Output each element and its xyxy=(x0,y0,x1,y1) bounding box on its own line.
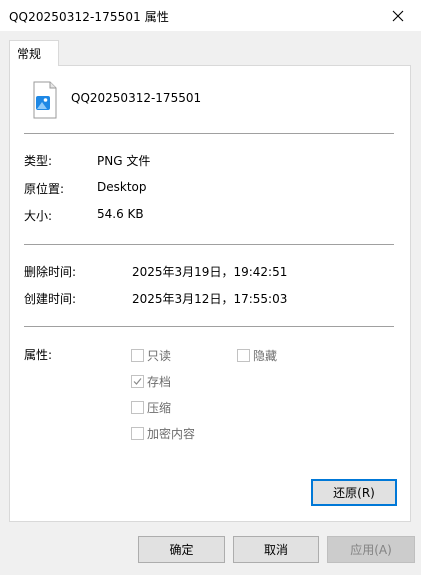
compress-label: 压缩 xyxy=(147,401,172,415)
hidden-label: 隐藏 xyxy=(253,349,278,363)
title-bar: QQ20250312-175501 属性 xyxy=(0,0,421,31)
readonly-checkbox[interactable]: 只读 xyxy=(131,347,171,364)
apply-button[interactable]: 应用(A) xyxy=(327,536,415,563)
checkbox-box xyxy=(131,401,144,414)
close-button[interactable] xyxy=(375,0,421,31)
restore-button[interactable]: 还原(R) xyxy=(311,479,397,506)
type-value: PNG 文件 xyxy=(97,154,151,168)
type-label: 类型: xyxy=(24,154,53,168)
deleted-time-label: 删除时间: xyxy=(24,265,77,279)
tab-general-label: 常规 xyxy=(17,47,42,61)
deleted-time-value: 2025年3月19日，19:42:51 xyxy=(132,265,288,279)
encrypt-label: 加密内容 xyxy=(147,427,196,441)
readonly-label: 只读 xyxy=(147,349,172,363)
ok-button-label: 确定 xyxy=(169,543,194,557)
divider xyxy=(24,326,394,327)
tab-general[interactable]: 常规 xyxy=(9,40,59,66)
location-value: Desktop xyxy=(97,180,147,194)
encrypt-checkbox[interactable]: 加密内容 xyxy=(131,425,195,442)
window-title: QQ20250312-175501 属性 xyxy=(9,10,169,24)
divider xyxy=(24,133,394,134)
created-time-label: 创建时间: xyxy=(24,292,77,306)
location-label: 原位置: xyxy=(24,182,65,196)
cancel-button-label: 取消 xyxy=(263,543,288,557)
apply-button-label: 应用(A) xyxy=(350,543,392,557)
checkbox-box xyxy=(131,349,144,362)
size-label: 大小: xyxy=(24,209,53,223)
divider xyxy=(24,244,394,245)
ok-button[interactable]: 确定 xyxy=(138,536,225,563)
check-icon xyxy=(133,378,142,385)
restore-button-label: 还原(R) xyxy=(333,486,375,500)
compress-checkbox[interactable]: 压缩 xyxy=(131,399,171,416)
archive-checkbox[interactable]: 存档 xyxy=(131,373,171,390)
image-file-icon xyxy=(24,79,60,121)
checkbox-box xyxy=(237,349,250,362)
archive-label: 存档 xyxy=(147,375,172,389)
checkbox-box xyxy=(131,375,144,388)
size-value: 54.6 KB xyxy=(97,207,144,221)
attributes-label: 属性: xyxy=(24,348,53,362)
close-icon xyxy=(392,10,404,21)
checkbox-box xyxy=(131,427,144,440)
created-time-value: 2025年3月12日，17:55:03 xyxy=(132,292,288,306)
cancel-button[interactable]: 取消 xyxy=(233,536,319,563)
hidden-checkbox[interactable]: 隐藏 xyxy=(237,347,277,364)
file-name: QQ20250312-175501 xyxy=(71,91,202,105)
